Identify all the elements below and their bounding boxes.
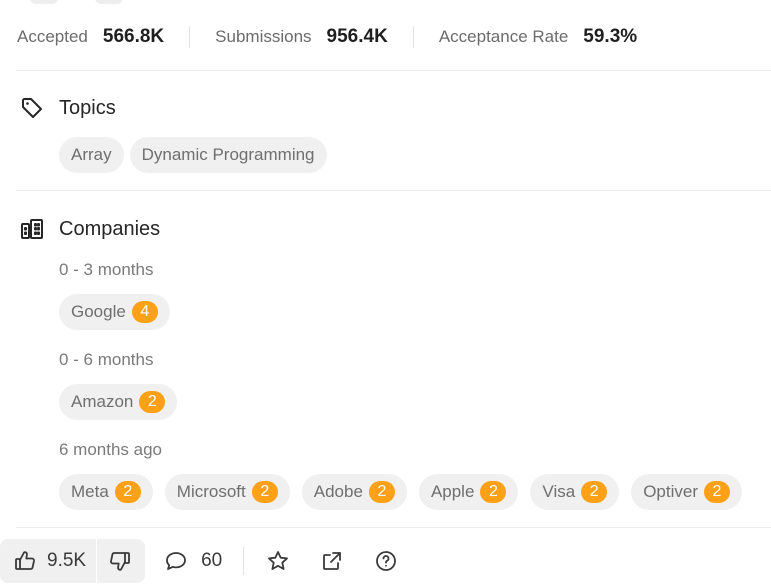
company-count-badge: 2 [480, 481, 507, 503]
company-name: Google [71, 302, 126, 321]
stat-label-submissions: Submissions [215, 27, 312, 46]
comments-button[interactable]: 60 [163, 548, 222, 574]
help-icon[interactable] [373, 548, 399, 574]
dislike-button[interactable] [97, 539, 145, 583]
section-divider [16, 527, 771, 528]
problem-info-panel: Accepted 566.8K Submissions 956.4K Accep… [0, 0, 771, 586]
company-period-label: 6 months ago [59, 440, 163, 459]
stat-label-acceptance-rate: Acceptance Rate [438, 27, 569, 46]
company-tag-meta[interactable]: Meta 2 [59, 474, 153, 510]
company-count-badge: 2 [114, 481, 141, 503]
company-tag-apple[interactable]: Apple 2 [418, 474, 519, 510]
thumbs-up-icon [12, 548, 38, 574]
company-count-badge: 2 [368, 481, 395, 503]
stat-label-accepted: Accepted [17, 27, 88, 46]
company-period-label: 0 - 6 months [59, 350, 154, 369]
star-icon[interactable] [265, 548, 291, 574]
building-icon [19, 216, 45, 242]
company-name: Adobe [313, 482, 363, 501]
company-name: Microsoft [176, 482, 246, 501]
company-tag-visa[interactable]: Visa 2 [530, 474, 620, 510]
like-button[interactable]: 9.5K [0, 539, 96, 583]
company-name: Optiver [643, 482, 698, 501]
company-count-badge: 2 [139, 391, 166, 413]
tag-icon [19, 95, 45, 121]
company-tag-google[interactable]: Google 4 [59, 294, 170, 330]
stat-value-submissions: 956.4K [326, 26, 388, 47]
company-tags-group: Google 4 [59, 294, 182, 330]
comment-icon [163, 548, 189, 574]
footer-toolbar: 9.5K 60 [0, 539, 771, 583]
footer-divider [243, 547, 245, 575]
topics-title: Topics [59, 96, 116, 119]
company-tags-group: Meta 2 Microsoft 2 Adobe 2 Apple 2 Visa … [59, 474, 742, 510]
company-tag-optiver[interactable]: Optiver 2 [631, 474, 742, 510]
company-period-label: 0 - 3 months [59, 260, 154, 279]
company-count-badge: 2 [251, 481, 278, 503]
company-tags-group: Amazon 2 [59, 384, 189, 420]
stat-divider [189, 26, 191, 48]
section-divider [16, 70, 771, 71]
top-clipped-button[interactable] [95, 0, 123, 4]
company-name: Visa [542, 482, 576, 501]
share-icon[interactable] [319, 548, 345, 574]
stat-value-accepted: 566.8K [102, 26, 165, 47]
company-name: Apple [430, 482, 475, 501]
like-count: 9.5K [47, 550, 87, 571]
company-count-badge: 2 [581, 481, 608, 503]
stat-value-acceptance-rate: 59.3% [583, 26, 638, 47]
companies-title: Companies [59, 217, 161, 240]
company-count-badge: 4 [131, 301, 158, 323]
section-divider [16, 190, 771, 191]
topics-header[interactable]: Topics [19, 95, 116, 121]
companies-header[interactable]: Companies [19, 216, 160, 242]
comment-count: 60 [201, 550, 223, 571]
topic-tags: Array Dynamic Programming [59, 137, 333, 173]
stat-divider [412, 26, 414, 48]
topic-tag-dynamic-programming[interactable]: Dynamic Programming [129, 137, 327, 173]
company-tag-microsoft[interactable]: Microsoft 2 [164, 474, 290, 510]
vote-group: 9.5K [0, 539, 146, 583]
top-clipped-button[interactable] [30, 0, 58, 4]
company-name: Amazon [71, 392, 134, 411]
company-name: Meta [71, 482, 109, 501]
company-tag-amazon[interactable]: Amazon 2 [59, 384, 178, 420]
company-count-badge: 2 [703, 481, 730, 503]
company-tag-adobe[interactable]: Adobe 2 [301, 474, 407, 510]
topic-tag-array[interactable]: Array [59, 137, 124, 173]
thumbs-down-icon [107, 548, 133, 574]
stats-row: Accepted 566.8K Submissions 956.4K Accep… [17, 22, 637, 52]
